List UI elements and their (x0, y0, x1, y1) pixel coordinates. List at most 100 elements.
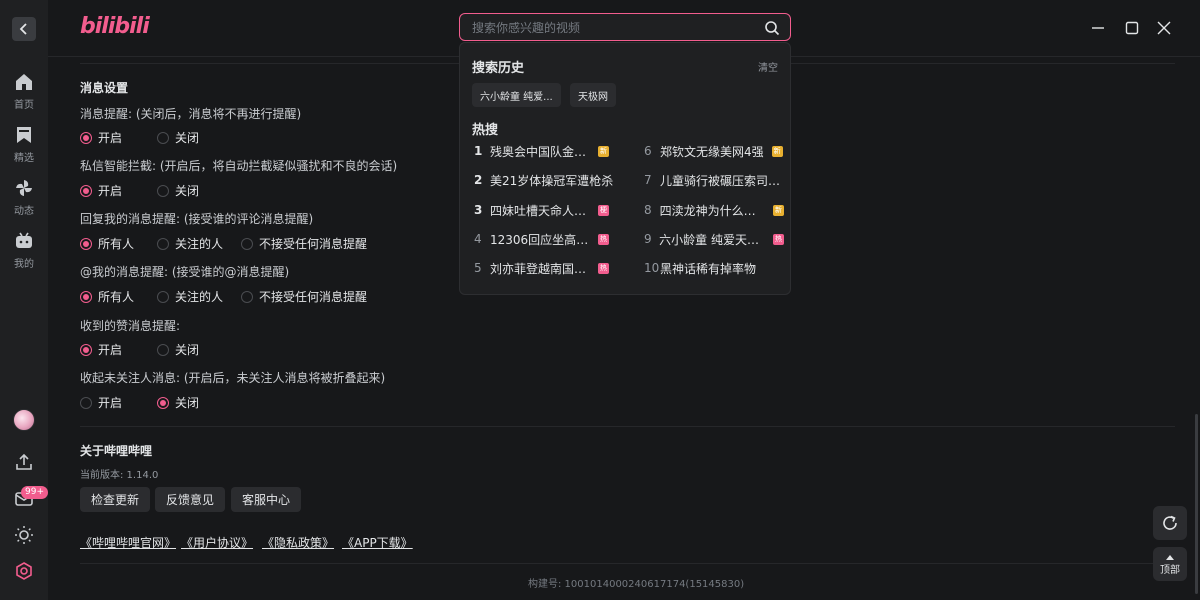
radio-option[interactable]: 开启 (80, 129, 122, 146)
close-icon (1157, 21, 1171, 35)
setting-label-message-reminder: 消息提醒: (关闭后，消息将不再进行提醒) (80, 107, 302, 121)
hot-search-title: 热搜 (472, 123, 499, 138)
search-icon[interactable] (764, 20, 780, 36)
sidebar-item-mine[interactable]: 我的 (0, 231, 48, 275)
radio-dot (157, 237, 169, 250)
radio-dot (241, 290, 253, 303)
maximize-button[interactable] (1122, 18, 1142, 38)
hot-rank: 1 (474, 144, 483, 158)
clear-history-button[interactable]: 清空 (758, 59, 778, 74)
link-privacy-policy[interactable]: 《隐私政策》 (262, 534, 334, 551)
arrow-up-icon (1166, 554, 1174, 560)
link-official-site[interactable]: 《哔哩哔哩官网》 (80, 534, 176, 551)
radio-label: 不接受任何消息提醒 (259, 290, 368, 304)
radio-label: 所有人 (98, 290, 135, 304)
hot-text: 儿童骑行被碾压索司机... (660, 173, 782, 188)
back-to-top-button[interactable]: 顶部 (1153, 547, 1187, 581)
upload-button[interactable] (12, 450, 36, 474)
hot-search-item[interactable]: 7 儿童骑行被碾压索司机... (644, 171, 784, 189)
setting-label-at-reminder: @我的消息提醒: (接受谁的@消息提醒) (80, 265, 290, 279)
hot-rank: 5 (474, 261, 482, 275)
radio-option[interactable]: 关闭 (157, 129, 199, 146)
hot-search-item[interactable]: 3 四妹吐槽天命人不... 梗 (474, 201, 624, 219)
check-update-button[interactable]: 检查更新 (80, 487, 151, 512)
history-chip[interactable]: 天极网 (570, 83, 616, 107)
pinwheel-icon (16, 180, 32, 196)
radio-option[interactable]: 关注的人 (157, 288, 223, 305)
hot-tag-icon: 热 (598, 262, 609, 274)
hot-search-item[interactable]: 4 12306回应坐高铁... 热 (474, 230, 624, 248)
search-box[interactable] (459, 13, 791, 41)
radio-option[interactable]: 关闭 (157, 394, 199, 411)
setting-label-fold-strangers: 收起未关注人消息: (开启后，未关注人消息将被折叠起来) (80, 371, 386, 385)
feedback-button[interactable]: 反馈意见 (155, 487, 226, 512)
radio-label: 开启 (98, 343, 123, 357)
avatar[interactable] (13, 409, 35, 431)
hot-search-item[interactable]: 6 郑钦文无缘美网4强新 (644, 142, 784, 160)
settings-button[interactable] (12, 559, 36, 583)
back-button[interactable] (12, 17, 36, 41)
minimize-icon (1092, 27, 1104, 29)
customer-service-button[interactable]: 客服中心 (231, 487, 302, 512)
sidebar-item-featured[interactable]: 精选 (0, 125, 48, 169)
sidebar-item-home[interactable]: 首页 (0, 72, 48, 116)
minimize-button[interactable] (1088, 18, 1108, 38)
radio-dot (157, 184, 169, 197)
close-button[interactable] (1154, 18, 1174, 38)
hot-text: 四渎龙神为什么必死 (659, 203, 765, 218)
hot-search-item[interactable]: 1 残奥会中国队金牌榜... 新 (474, 142, 624, 160)
build-number: 构建号: 1001014000240617174(15145830) (528, 579, 745, 590)
radio-option[interactable]: 开启 (80, 341, 122, 358)
hot-rank: 4 (474, 232, 482, 246)
link-app-download[interactable]: 《APP下载》 (342, 534, 413, 551)
search-input[interactable] (472, 19, 752, 37)
new-tag-icon: 新 (773, 204, 784, 216)
radio-option[interactable]: 所有人 (80, 288, 134, 305)
radio-label: 关闭 (175, 131, 200, 145)
radio-dot (157, 343, 169, 356)
hot-search-item[interactable]: 5 刘亦菲登越南国家... 热 (474, 259, 624, 277)
hot-text: 刘亦菲登越南国家... (490, 261, 590, 276)
sidebar: 首页 精选 动态 我的 99+ (0, 0, 48, 600)
radio-dot (80, 290, 92, 303)
scrollbar[interactable] (1195, 414, 1198, 594)
radio-label: 关闭 (175, 184, 200, 198)
hot-text: 四妹吐槽天命人不... (490, 203, 590, 218)
new-tag-icon: 新 (598, 145, 609, 157)
hot-search-item[interactable]: 2 美21岁体操冠军遭枪杀 (474, 171, 624, 189)
radio-option[interactable]: 所有人 (80, 235, 134, 252)
refresh-button[interactable] (1153, 506, 1187, 540)
radio-dot (80, 237, 92, 250)
radio-option[interactable]: 开启 (80, 394, 122, 411)
back-to-top-label: 顶部 (1160, 564, 1180, 576)
tv-icon (16, 232, 32, 248)
sidebar-item-label: 首页 (14, 100, 34, 111)
radio-option[interactable]: 不接受任何消息提醒 (241, 235, 367, 252)
radio-option[interactable]: 关注的人 (157, 235, 223, 252)
hot-search-item[interactable]: 10 黑神话稀有掉率物 (644, 259, 784, 277)
history-chip[interactable]: 六小龄童 纯爱... (472, 83, 561, 107)
radio-dot (157, 396, 169, 409)
hot-search-item[interactable]: 8 四渎龙神为什么必死新 (644, 201, 784, 219)
radio-label: 关注的人 (175, 237, 224, 251)
sidebar-item-dynamic[interactable]: 动态 (0, 178, 48, 222)
radio-option[interactable]: 关闭 (157, 182, 199, 199)
radio-label: 不接受任何消息提醒 (259, 237, 368, 251)
hot-text: 美21岁体操冠军遭枪杀 (490, 173, 614, 188)
section-title-about: 关于哔哩哔哩 (80, 444, 153, 458)
hot-search-item[interactable]: 9 六小龄童 纯爱天花板热 (644, 230, 784, 248)
search-history-title: 搜索历史 (472, 61, 525, 76)
radio-dot (80, 396, 92, 409)
hot-text: 郑钦文无缘美网4强 (660, 144, 764, 159)
radio-label: 所有人 (98, 237, 135, 251)
hot-rank: 9 (644, 232, 652, 246)
hot-rank: 10 (644, 261, 660, 275)
theme-button[interactable] (12, 523, 36, 547)
radio-option[interactable]: 开启 (80, 182, 122, 199)
radio-option[interactable]: 关闭 (157, 341, 199, 358)
radio-option[interactable]: 不接受任何消息提醒 (241, 288, 367, 305)
radio-label: 关注的人 (175, 290, 224, 304)
setting-label-dm-intercept: 私信智能拦截: (开启后，将自动拦截疑似骚扰和不良的会话) (80, 159, 398, 173)
link-user-agreement[interactable]: 《用户协议》 (181, 534, 253, 551)
bilibili-logo[interactable]: bilibili (80, 14, 150, 39)
